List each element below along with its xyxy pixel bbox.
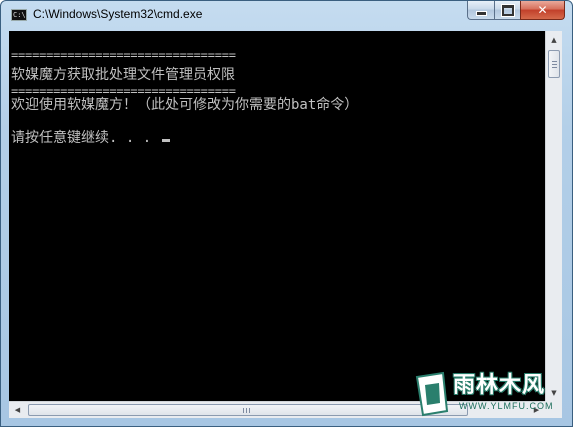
watermark-text: 雨林木风 [453, 373, 546, 398]
console-output[interactable]: ================================ 软媒魔方获取批… [9, 31, 545, 401]
caption-buttons: ✕ [467, 1, 565, 20]
text-cursor [161, 139, 170, 142]
title-bar[interactable]: C:\ C:\Windows\System32\cmd.exe ✕ [1, 1, 572, 29]
console-heading: 软媒魔方获取批处理文件管理员权限 [11, 67, 235, 83]
ylmf-logo-icon [415, 371, 449, 417]
grip-icon [552, 61, 557, 68]
watermark-url: WWW.YLMFU.COM [459, 401, 554, 411]
scroll-left-arrow-icon[interactable]: ◀ [9, 402, 26, 418]
welcome-line: 欢迎使用软媒魔方！（此处可修改为你需要的bat命令） [11, 97, 359, 113]
horizontal-scroll-thumb[interactable] [28, 404, 468, 416]
prompt-line: 请按任意键继续. . . [11, 130, 170, 146]
separator-line-top: ================================ [11, 48, 236, 62]
vertical-scroll-thumb[interactable] [548, 50, 560, 78]
scroll-up-arrow-icon[interactable]: ▲ [546, 31, 562, 48]
watermark-logo: 雨林木风 WWW.YLMFU.COM [413, 361, 571, 421]
console-window: C:\ C:\Windows\System32\cmd.exe ✕ ======… [0, 0, 573, 427]
minimize-icon [475, 10, 487, 16]
minimize-button[interactable] [467, 1, 494, 20]
cmd-console-icon[interactable]: C:\ [11, 9, 27, 21]
close-button[interactable]: ✕ [520, 1, 565, 20]
window-title: C:\Windows\System32\cmd.exe [33, 7, 203, 21]
maximize-button[interactable] [494, 1, 520, 20]
vertical-scrollbar[interactable]: ▲ ▼ [545, 31, 562, 401]
prompt-text: 请按任意键继续. . . [11, 130, 160, 146]
close-icon: ✕ [537, 3, 548, 17]
maximize-icon [500, 3, 515, 17]
grip-icon [243, 408, 250, 413]
